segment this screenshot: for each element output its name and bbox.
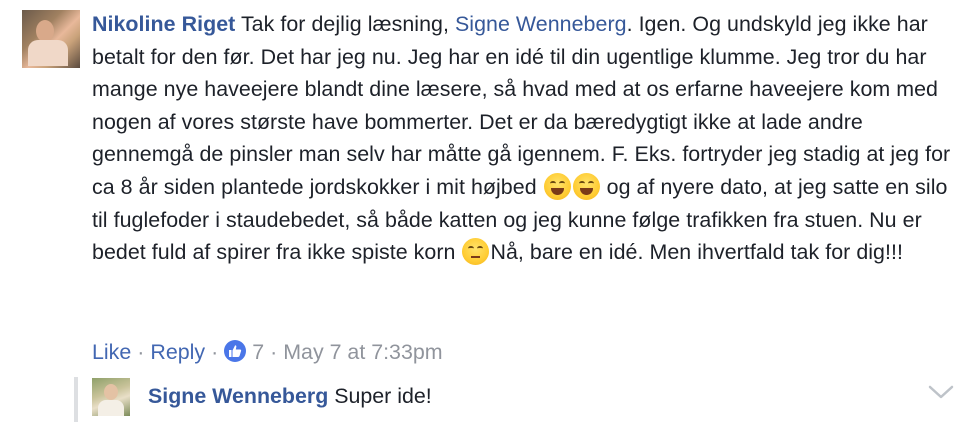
separator: · — [137, 340, 145, 364]
avatar[interactable] — [22, 10, 80, 68]
chevron-down-icon[interactable] — [928, 384, 954, 405]
comment-author[interactable]: Nikoline Riget — [92, 12, 235, 36]
like-count[interactable]: 7 — [252, 340, 264, 364]
comment-actions: Like · Reply · 7 · May 7 at 7:33pm — [92, 337, 443, 367]
reply-text: Super ide! — [334, 384, 432, 408]
reply-avatar[interactable] — [92, 378, 130, 416]
reply-thread-line — [74, 377, 78, 422]
reply-link[interactable]: Reply — [150, 340, 205, 364]
like-link[interactable]: Like — [92, 340, 131, 364]
thumbs-up-icon[interactable] — [224, 340, 247, 362]
laughing-emoji-icon — [572, 172, 600, 200]
separator: · — [270, 340, 278, 364]
rolling-eyes-emoji-icon — [462, 238, 490, 266]
comment-text: Tak for dejlig læsning, — [240, 12, 455, 36]
comment-text: Nå, bare en idé. Men ihvertfald tak for … — [490, 240, 903, 265]
avatar-body — [98, 400, 124, 416]
reply-body: Signe Wenneberg Super ide! — [148, 381, 432, 411]
comment-text: . Igen. Og undskyld jeg ikke har betalt … — [92, 12, 951, 199]
avatar-face — [104, 384, 118, 400]
avatar-body — [28, 40, 68, 66]
comment-body: Nikoline Riget Tak for dejlig læsning, S… — [92, 8, 960, 269]
avatar-face — [36, 20, 54, 42]
timestamp[interactable]: May 7 at 7:33pm — [283, 340, 442, 364]
separator: · — [211, 340, 219, 364]
comment: Nikoline Riget Tak for dejlig læsning, S… — [0, 0, 968, 422]
laughing-emoji-icon — [543, 172, 571, 200]
mention-link[interactable]: Signe Wenneberg — [455, 12, 627, 36]
reply-author[interactable]: Signe Wenneberg — [148, 384, 328, 408]
